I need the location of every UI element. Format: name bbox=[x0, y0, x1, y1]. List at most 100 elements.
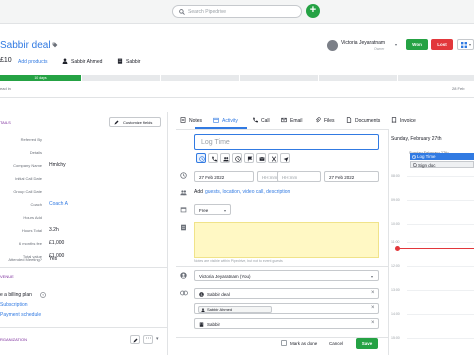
activity-subject-input[interactable]: Log Time bbox=[194, 134, 379, 150]
calendar-hour-label: 10:00 bbox=[391, 222, 400, 226]
details-section-title: TAILS bbox=[0, 120, 11, 125]
tab-notes[interactable]: Notes bbox=[189, 118, 202, 124]
search-input[interactable]: Search Pipedrive bbox=[172, 5, 302, 18]
calendar-hour-label: 12:00 bbox=[391, 264, 400, 268]
owner-name[interactable]: Victoria Jeyaratnam bbox=[341, 40, 385, 46]
tab-files[interactable]: Files bbox=[324, 118, 335, 124]
customize-fields-button[interactable]: Customize fields bbox=[109, 117, 161, 127]
activity-subject-placeholder: Log Time bbox=[201, 139, 230, 146]
edit-organization-button[interactable] bbox=[130, 335, 140, 344]
calendar-hour-line bbox=[407, 266, 474, 267]
busy-select[interactable]: Free ▾ bbox=[194, 204, 231, 215]
linked-deal-chip: Sabbir deal bbox=[207, 292, 230, 297]
end-time-input[interactable]: HH:mm bbox=[277, 171, 321, 182]
deal-person[interactable]: Sabbir Ahmed bbox=[71, 59, 102, 65]
field-value[interactable]: 3.2h bbox=[49, 227, 59, 233]
subscription-link[interactable]: Subscription bbox=[0, 302, 28, 308]
calendar-event[interactable]: Log Time bbox=[410, 153, 474, 160]
field-label: Hours Add bbox=[23, 215, 42, 220]
tag-icon[interactable] bbox=[52, 42, 58, 48]
current-time-line bbox=[397, 248, 474, 249]
calendar-event[interactable]: Sign doc bbox=[410, 161, 474, 168]
close-icon[interactable]: × bbox=[371, 290, 375, 296]
calendar-hour-label: 14:00 bbox=[391, 312, 400, 316]
deal-value[interactable]: £10 bbox=[0, 57, 12, 64]
cancel-button[interactable]: Cancel bbox=[329, 341, 343, 346]
activity-type-other-button[interactable] bbox=[280, 153, 290, 163]
calendar-hour-label: 13:00 bbox=[391, 288, 400, 292]
chevron-down-icon[interactable]: ▾ bbox=[156, 336, 159, 342]
mark-as-done-checkbox[interactable] bbox=[281, 340, 287, 346]
deal-title[interactable]: Sabbir deal bbox=[0, 40, 51, 51]
add-details-links[interactable]: guests, location, video call, descriptio… bbox=[205, 189, 290, 195]
linked-deal-field[interactable]: $ Sabbir deal × bbox=[194, 288, 379, 299]
pipeline-divider bbox=[318, 75, 319, 81]
clock-icon bbox=[234, 155, 241, 162]
billing-plan-text: e a billing plan bbox=[0, 292, 32, 298]
clock-icon bbox=[180, 172, 187, 179]
deal-organization[interactable]: Sabbir bbox=[126, 59, 140, 65]
details-panel bbox=[0, 112, 168, 355]
field-value[interactable]: Coach A bbox=[49, 201, 68, 207]
pipeline-divider bbox=[239, 75, 240, 81]
activity-type-email-button[interactable] bbox=[256, 153, 266, 163]
payment-schedule-link[interactable]: Payment schedule bbox=[0, 312, 41, 318]
chevron-down-icon: ▾ bbox=[224, 208, 227, 213]
save-button[interactable]: Save bbox=[356, 338, 378, 349]
more-organization-button[interactable]: ⋯ bbox=[143, 335, 153, 344]
pipeline-date: 28 Feb bbox=[452, 86, 465, 91]
activity-type-meeting-button[interactable] bbox=[220, 153, 230, 163]
avatar[interactable] bbox=[327, 40, 338, 51]
field-value[interactable]: Yes bbox=[49, 256, 57, 262]
people-icon bbox=[180, 189, 187, 196]
won-button[interactable]: Won bbox=[406, 39, 428, 50]
start-date-input[interactable]: 27 Feb 2022 bbox=[194, 171, 254, 182]
phone-icon bbox=[252, 117, 258, 123]
pipeline-stages[interactable] bbox=[82, 75, 474, 81]
end-date-input[interactable]: 27 Feb 2022 bbox=[324, 171, 379, 182]
notes-icon bbox=[180, 224, 187, 231]
more-icon: ⋯ bbox=[145, 336, 152, 342]
lost-button[interactable]: Lost bbox=[431, 39, 453, 50]
owner-role: Owner bbox=[374, 47, 385, 51]
field-label: Attended Meeting? bbox=[8, 257, 42, 262]
calendar-header: Sunday, February 27th bbox=[391, 136, 442, 142]
tab-call[interactable]: Call bbox=[261, 118, 270, 124]
calendar-event-title: Sign doc bbox=[418, 163, 436, 168]
tab-invoice[interactable]: Invoice bbox=[400, 118, 416, 124]
start-date-value: 27 Feb 2022 bbox=[199, 175, 225, 180]
assignee-select[interactable]: Victoria Jeyaratnam (You) ▾ bbox=[194, 270, 379, 281]
person-icon bbox=[62, 58, 68, 64]
activity-type-task-button[interactable] bbox=[232, 153, 242, 163]
add-products-link[interactable]: Add products bbox=[18, 59, 47, 65]
clock-icon bbox=[412, 154, 416, 159]
close-icon[interactable]: × bbox=[371, 305, 375, 311]
view-options-button[interactable]: ▾ bbox=[457, 39, 474, 50]
field-value[interactable]: £1,000 bbox=[49, 240, 64, 246]
pipeline-stage-current[interactable]: 10 days bbox=[0, 75, 81, 81]
mark-as-done-label[interactable]: Mark as done bbox=[290, 341, 317, 346]
close-icon[interactable]: × bbox=[371, 320, 375, 326]
chevron-down-icon[interactable]: ▾ bbox=[395, 42, 397, 47]
activity-type-deadline-button[interactable] bbox=[244, 153, 254, 163]
help-icon[interactable]: ? bbox=[40, 292, 46, 298]
field-label: Hours Total bbox=[21, 228, 42, 233]
activity-type-time-button[interactable] bbox=[196, 153, 206, 163]
tab-email[interactable]: Email bbox=[290, 118, 303, 124]
tab-activity[interactable]: Activity bbox=[222, 118, 238, 124]
quick-add-button[interactable]: + bbox=[306, 4, 320, 18]
phone-icon bbox=[211, 156, 217, 162]
email-icon bbox=[281, 117, 287, 123]
document-icon bbox=[346, 117, 352, 123]
linked-organization-field[interactable]: Sabbir × bbox=[194, 318, 379, 329]
field-label: Initial Call Date bbox=[15, 176, 42, 181]
activity-type-call-button[interactable] bbox=[208, 153, 218, 163]
tab-documents[interactable]: Documents bbox=[355, 118, 380, 124]
activity-notes-textarea[interactable] bbox=[194, 222, 379, 258]
user-icon bbox=[180, 272, 187, 279]
calendar-icon bbox=[213, 117, 219, 123]
linked-person-field[interactable]: Sabbir Ahmed × bbox=[194, 303, 379, 314]
activity-type-lunch-button[interactable] bbox=[268, 153, 278, 163]
pipeline-divider bbox=[397, 75, 398, 81]
field-value[interactable]: Hmlchy bbox=[49, 162, 66, 168]
